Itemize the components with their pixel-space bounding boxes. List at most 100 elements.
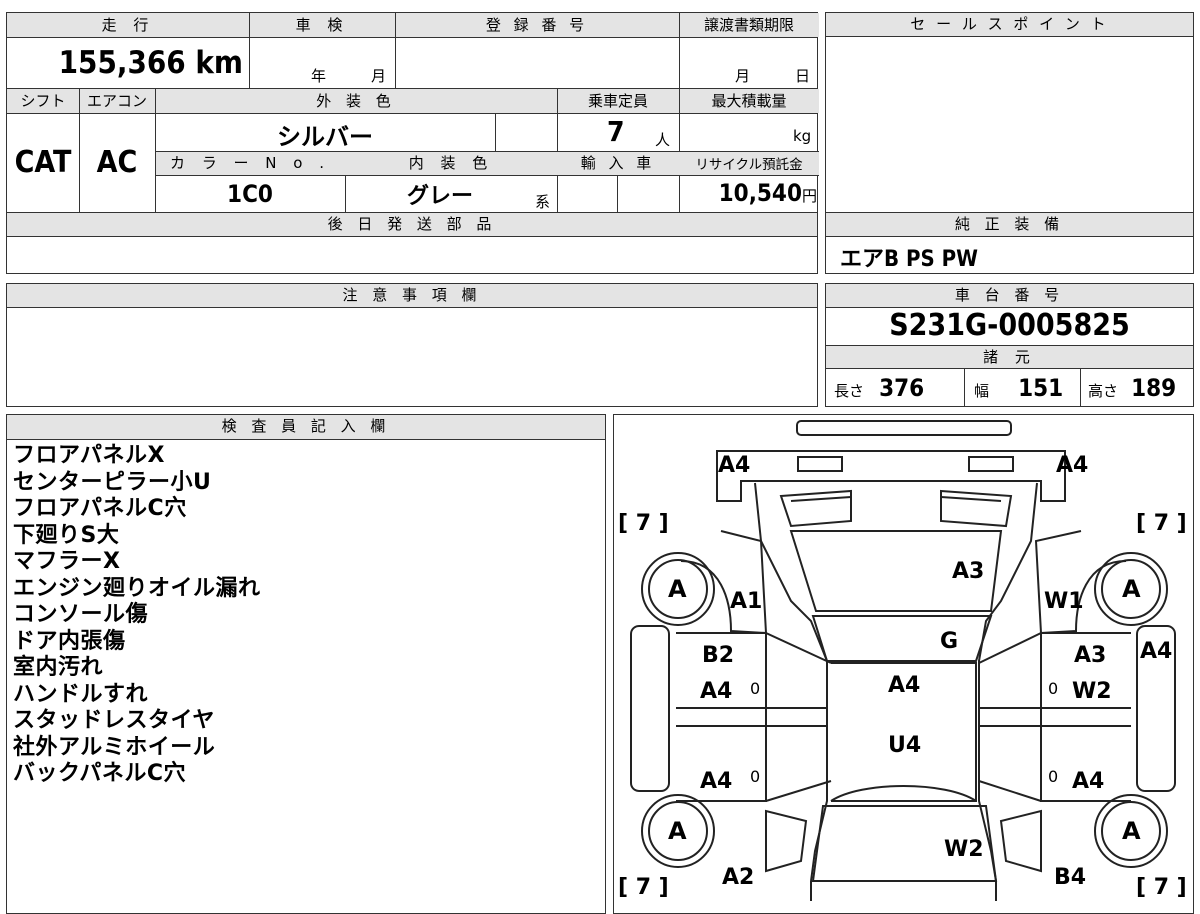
- vehicle-info-table: 走 行 車 検 登 録 番 号 譲渡書類期限 155,366 km 年 月 月 …: [6, 12, 819, 213]
- capacity-value: 7: [607, 115, 625, 148]
- height-label: 高さ: [1088, 382, 1119, 400]
- mark-right-side: A4: [1140, 639, 1173, 664]
- tread-rear-right: [ 7 ]: [1136, 875, 1187, 900]
- mark-left-fender: A1: [730, 589, 763, 614]
- color-no-value: 1C0: [227, 180, 273, 208]
- note-item: マフラーX: [13, 549, 121, 574]
- max-load-label: 最大積載量: [711, 92, 787, 110]
- mark-right-rear-door: A4: [1072, 769, 1105, 794]
- equipment-value: エアB PS PW: [840, 247, 978, 272]
- mark-left-rear: A2: [722, 865, 755, 890]
- tire-rear-left-label: A: [668, 817, 687, 845]
- note-item: エンジン廻りオイル漏れ: [13, 575, 261, 601]
- mark-hood: A3: [952, 559, 985, 584]
- width-value: 151: [1018, 374, 1064, 402]
- mark-left-front-door-b: B2: [702, 643, 735, 668]
- mark-left-rear-door: A4: [700, 769, 733, 794]
- interior-color-label: 内 装 色: [408, 154, 494, 172]
- genuine-equipment-section: 純 正 装 備 エアB PS PW: [825, 212, 1194, 274]
- caution-label: 注 意 事 項 欄: [7, 284, 817, 308]
- transfer-day: 日: [795, 67, 811, 85]
- genuine-equipment-label: 純 正 装 備: [826, 213, 1193, 237]
- tire-front-right-label: A: [1122, 575, 1141, 603]
- tread-front-right: [ 7 ]: [1136, 511, 1187, 536]
- mark-right-front-door-w: W2: [1072, 679, 1112, 704]
- mark-right-rear: B4: [1054, 865, 1087, 890]
- note-item: ドア内張傷: [13, 628, 126, 654]
- mark-right-front-door-a: A3: [1074, 643, 1107, 668]
- car-diagram-panel: A A A A [ 7 ] [ 7 ] [ 7 ] [ 7 ] A4 A4 A3…: [613, 414, 1194, 914]
- height-value: 189: [1131, 374, 1177, 402]
- shaken-label: 車 検: [295, 16, 349, 34]
- tire-rear-right-label: A: [1122, 817, 1141, 845]
- width-label: 幅: [974, 382, 990, 400]
- transfer-deadline-label: 譲渡書類期限: [703, 16, 794, 34]
- note-item: バックパネルC穴: [13, 761, 187, 786]
- spec-width: 幅 151: [974, 374, 1063, 402]
- mark-roof-u: U4: [888, 733, 922, 758]
- sale-point-section: セ ー ル ス ポ イ ン ト: [825, 12, 1194, 213]
- tread-front-left: [ 7 ]: [618, 511, 669, 536]
- capacity-label: 乗車定員: [587, 92, 648, 110]
- recycle-label: リサイクル預託金: [695, 157, 803, 173]
- max-load-unit: kg: [793, 127, 812, 145]
- note-item: スタッドレスタイヤ: [13, 708, 215, 733]
- inspector-label: 検 査 員 記 入 欄: [7, 415, 605, 440]
- note-item: センターピラー小U: [13, 469, 212, 495]
- note-item: 社外アルミホイール: [13, 734, 216, 760]
- later-parts-label: 後 日 発 送 部 品: [7, 213, 817, 237]
- note-item: フロアパネルX: [13, 443, 166, 468]
- shaken-year: 年: [311, 67, 327, 85]
- exterior-color-label: 外 装 色: [316, 92, 396, 110]
- interior-color-suffix: 系: [535, 193, 551, 211]
- mark-front-left: A4: [718, 453, 751, 478]
- shaken-month: 月: [371, 67, 387, 85]
- mark-rear-panel: W2: [944, 837, 984, 862]
- mark-front-right: A4: [1056, 453, 1089, 478]
- shift-value: CAT: [14, 145, 72, 180]
- aircon-label: エアコン: [86, 92, 147, 110]
- shift-label: シフト: [20, 92, 66, 110]
- mark-roof: A4: [888, 673, 921, 698]
- inspector-notes: フロアパネルX センターピラー小U フロアパネルC穴 下廻りS大 マフラーX エ…: [13, 443, 261, 788]
- mark-zero-lr: 0: [750, 767, 761, 786]
- mileage-label: 走 行: [101, 16, 155, 34]
- spec-height: 高さ 189: [1088, 374, 1176, 402]
- mark-right-fender: W1: [1044, 589, 1084, 614]
- spec-length: 長さ 376: [834, 374, 924, 402]
- recycle-value: 10,540円: [679, 179, 817, 207]
- note-item: コンソール傷: [13, 602, 149, 627]
- mileage-unit: km: [195, 45, 243, 81]
- color-no-label: カ ラ ー N o .: [169, 154, 330, 172]
- note-item: 下廻りS大: [13, 522, 120, 548]
- note-item: ハンドルすれ: [13, 681, 149, 707]
- tread-rear-left: [ 7 ]: [618, 875, 669, 900]
- import-label: 輸 入 車: [580, 154, 656, 172]
- caution-section: 注 意 事 項 欄: [6, 283, 818, 407]
- note-item: 室内汚れ: [13, 655, 104, 680]
- mileage-value: 155,366 km: [7, 45, 243, 81]
- inspector-section: 検 査 員 記 入 欄 フロアパネルX センターピラー小U フロアパネルC穴 下…: [6, 414, 606, 914]
- registration-number-label: 登 録 番 号: [485, 16, 589, 34]
- recycle-unit: 円: [801, 187, 817, 205]
- interior-color-value: グレー: [406, 184, 473, 209]
- mileage-number: 155,366: [58, 45, 186, 81]
- chassis-section: 車 台 番 号 S231G-0005825 諸 元 長さ 376 幅 151 高…: [825, 283, 1194, 407]
- chassis-number-value: S231G-0005825: [889, 308, 1130, 343]
- mark-zero-rr: 0: [1048, 767, 1059, 786]
- mark-zero-rf: 0: [1048, 679, 1059, 698]
- exterior-color-value: シルバー: [277, 123, 373, 151]
- length-label: 長さ: [834, 382, 865, 400]
- transfer-month: 月: [735, 67, 751, 85]
- recycle-amount: 10,540: [718, 179, 802, 207]
- mark-left-front-door-a: A4: [700, 679, 733, 704]
- note-item: フロアパネルC穴: [13, 496, 187, 521]
- sale-point-label: セ ー ル ス ポ イ ン ト: [826, 13, 1193, 37]
- specs-label: 諸 元: [983, 348, 1036, 366]
- capacity-unit: 人: [655, 131, 671, 149]
- aircon-value: AC: [96, 145, 138, 180]
- later-parts-section: 後 日 発 送 部 品: [6, 212, 818, 274]
- chassis-number-label: 車 台 番 号: [826, 284, 1193, 308]
- tire-front-left-label: A: [668, 575, 687, 603]
- mark-windshield: G: [940, 629, 959, 654]
